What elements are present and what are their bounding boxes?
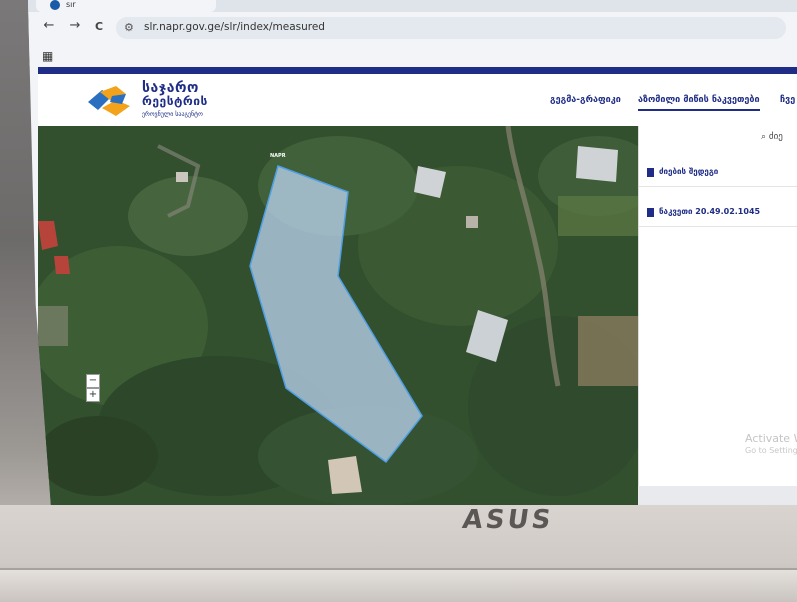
panel-search[interactable]: ⌕ ძიე bbox=[761, 132, 797, 148]
nav-measured-parcels[interactable]: აზომილი მიწის ნაკვეთები bbox=[638, 95, 760, 111]
map-pin-icon bbox=[647, 168, 654, 177]
search-results-panel: ⌕ ძიე ძიების შედეგი ნაკვეთი 20.49.02.104… bbox=[638, 126, 797, 486]
activate-windows-watermark: Activate W bbox=[745, 432, 797, 445]
logo-line-3: ეროვნული სააგენტო bbox=[142, 111, 203, 118]
back-button[interactable]: ← bbox=[40, 18, 58, 33]
map-label-napr: NAPR bbox=[270, 153, 286, 159]
browser-tabstrip: sır bbox=[28, 0, 797, 12]
laptop-brand-logo: ASUS bbox=[460, 505, 556, 535]
apps-grid-icon[interactable]: ▦ bbox=[42, 49, 53, 63]
nav-schedule[interactable]: გეგმა-გრაფიკი bbox=[550, 95, 621, 105]
tab-favicon-icon bbox=[50, 0, 60, 10]
parcel-result-row[interactable]: ნაკვეთი 20.49.02.1045 bbox=[639, 198, 797, 227]
tab-title: sır bbox=[66, 0, 76, 9]
activate-windows-sub: Go to Setting bbox=[745, 446, 797, 455]
reload-button[interactable]: C bbox=[90, 20, 108, 33]
parcel-result-label: ნაკვეთი 20.49.02.1045 bbox=[659, 207, 761, 216]
address-bar[interactable]: ⚙ slr.napr.gov.ge/slr/index/measured bbox=[116, 17, 786, 39]
site-info-icon[interactable]: ⚙ bbox=[124, 21, 134, 34]
site-logo-text[interactable]: საჯარო რეესტრის ეროვნული სააგენტო bbox=[142, 81, 208, 121]
forward-button[interactable]: → bbox=[66, 18, 84, 33]
zoom-in-button[interactable]: + bbox=[86, 388, 100, 402]
address-url: slr.napr.gov.ge/slr/index/measured bbox=[144, 21, 325, 33]
zoom-out-button[interactable]: − bbox=[86, 374, 100, 388]
parcel-icon bbox=[647, 208, 654, 217]
satellite-map[interactable]: NAPR − + bbox=[38, 126, 638, 508]
bookmarks-bar: ▦ bbox=[28, 46, 797, 66]
search-icon[interactable]: ⌕ bbox=[761, 132, 766, 142]
logo-line-2: რეესტრის bbox=[142, 94, 208, 108]
browser-tab[interactable]: sır bbox=[36, 0, 216, 12]
site-top-bar bbox=[38, 67, 797, 74]
laptop-screen: sır ← → C ⚙ slr.napr.gov.ge/slr/index/me… bbox=[28, 0, 797, 508]
napr-logo-icon[interactable] bbox=[86, 84, 132, 118]
results-header-label: ძიების შედეგი bbox=[659, 167, 719, 176]
site-header: საჯარო რეესტრის ეროვნული სააგენტო გეგმა-… bbox=[38, 74, 797, 127]
results-header-row[interactable]: ძიების შედეგი bbox=[639, 158, 797, 187]
map-imagery bbox=[38, 126, 638, 508]
laptop-hinge bbox=[0, 568, 797, 602]
panel-search-label: ძიე bbox=[768, 132, 783, 142]
nav-more[interactable]: ჩვე bbox=[780, 95, 795, 105]
